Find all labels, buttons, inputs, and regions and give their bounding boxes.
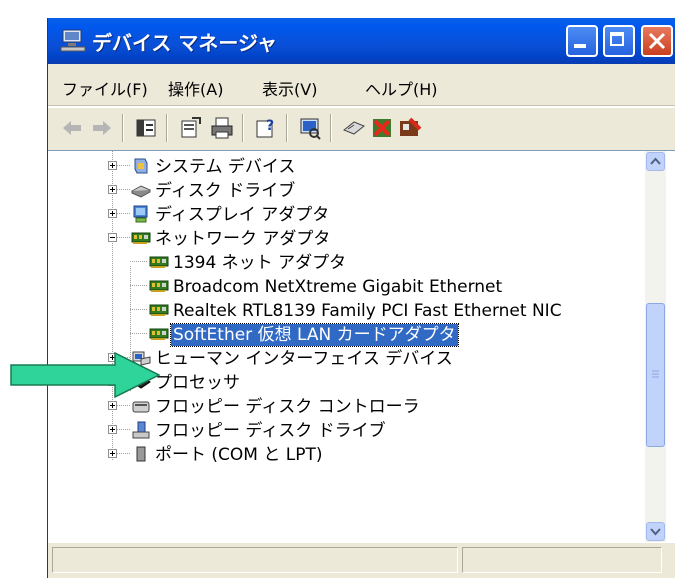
menu-action[interactable]: 操作(A) — [168, 76, 223, 100]
expand-plus-icon[interactable] — [108, 209, 117, 218]
scroll-down-button[interactable] — [646, 522, 665, 541]
scroll-up-icon — [650, 157, 661, 165]
tree-item-label: システム デバイス — [155, 157, 296, 177]
tree-item-display-adapters[interactable]: ディスプレイ アダプタ — [48, 203, 645, 227]
status-pane-main — [52, 547, 458, 573]
tree-item-label: 1394 ネット アダプタ — [173, 253, 347, 273]
vertical-scrollbar[interactable] — [645, 151, 666, 542]
network-card-icon — [149, 280, 169, 292]
toolbar-separator — [286, 114, 288, 142]
title-bar[interactable]: デバイス マネージャ — [48, 18, 675, 64]
toolbar-separator — [122, 114, 124, 142]
display-adapter-icon — [133, 205, 148, 223]
tree-connector — [117, 165, 131, 166]
tree-connector — [130, 333, 148, 334]
status-bar — [48, 542, 675, 578]
expand-plus-icon[interactable] — [108, 185, 117, 194]
system-device-icon — [134, 158, 148, 174]
disk-drive-icon — [131, 185, 151, 198]
maximize-button[interactable] — [603, 25, 635, 57]
update-driver-icon[interactable] — [342, 116, 366, 140]
tree-item-label: プロセッサ — [155, 373, 240, 393]
tree-item-network-adapters[interactable]: ネットワーク アダプタ — [48, 227, 645, 251]
tree-item-floppy-drives[interactable]: フロッピー ディスク ドライブ — [48, 419, 645, 443]
collapse-minus-icon[interactable] — [108, 233, 117, 242]
back-arrow-icon[interactable] — [60, 116, 84, 140]
floppy-drive-icon — [132, 421, 150, 439]
tree-item-label: Broadcom NetXtreme Gigabit Ethernet — [173, 277, 503, 297]
tree-connector — [117, 453, 131, 454]
expand-plus-icon[interactable] — [108, 161, 117, 170]
menu-view[interactable]: 表示(V) — [262, 76, 317, 100]
window-title: デバイス マネージャ — [92, 31, 277, 55]
console-tree-icon[interactable] — [134, 116, 158, 140]
tree-item-label: Realtek RTL8139 Family PCI Fast Ethernet… — [173, 301, 562, 321]
menu-bar: ファイル(F) 操作(A) 表示(V) ヘルプ(H) — [48, 67, 675, 105]
menu-file[interactable]: ファイル(F) — [62, 76, 148, 100]
status-pane-secondary — [462, 547, 662, 573]
minimize-button[interactable] — [566, 25, 598, 57]
tree-item-label: フロッピー ディスク コントローラ — [155, 397, 420, 417]
scroll-up-button[interactable] — [646, 152, 665, 171]
device-tree[interactable]: システム デバイス ディスク ドライブ ディスプレイ アダプタ ネットワーク ア… — [48, 151, 645, 542]
tree-item-broadcom-netxtreme[interactable]: Broadcom NetXtreme Gigabit Ethernet — [48, 275, 645, 299]
tree-item-realtek-rtl8139[interactable]: Realtek RTL8139 Family PCI Fast Ethernet… — [48, 299, 645, 323]
toolbar-separator — [330, 114, 332, 142]
toolbar: ? — [48, 108, 675, 148]
tree-item-disk-drives[interactable]: ディスク ドライブ — [48, 179, 645, 203]
annotation-arrow-icon — [10, 352, 160, 398]
device-manager-window: デバイス マネージャ ファイル(F) 操作(A) 表示(V) ヘルプ(H) ? — [47, 18, 675, 578]
device-tree-pane: システム デバイス ディスク ドライブ ディスプレイ アダプタ ネットワーク ア… — [48, 150, 675, 542]
properties-icon[interactable] — [178, 116, 202, 140]
close-button[interactable] — [641, 25, 673, 57]
disable-device-icon[interactable] — [370, 116, 394, 140]
tree-connector — [117, 189, 131, 190]
tree-connector — [117, 237, 131, 238]
tree-item-label: ポート (COM と LPT) — [155, 445, 323, 465]
scroll-down-icon — [650, 528, 661, 536]
tree-connector — [117, 429, 131, 430]
tree-item-label: ヒューマン インターフェイス デバイス — [155, 349, 453, 369]
tree-connector — [117, 405, 131, 406]
tree-item-label: ディスク ドライブ — [155, 181, 296, 201]
menu-help[interactable]: ヘルプ(H) — [365, 76, 438, 100]
toolbar-separator — [242, 114, 244, 142]
network-card-icon — [149, 256, 169, 268]
tree-item-label: ディスプレイ アダプタ — [155, 205, 330, 225]
tree-item-label: フロッピー ディスク ドライブ — [155, 421, 386, 441]
tree-item-floppy-controllers[interactable]: フロッピー ディスク コントローラ — [48, 395, 645, 419]
scan-hardware-icon[interactable] — [298, 116, 322, 140]
network-card-icon — [149, 328, 169, 340]
svg-text:?: ? — [266, 118, 274, 134]
port-icon — [136, 446, 146, 462]
floppy-controller-icon — [132, 401, 150, 413]
scroll-thumb[interactable] — [646, 303, 665, 447]
device-manager-icon — [60, 29, 86, 52]
tree-item-label: ネットワーク アダプタ — [155, 229, 331, 249]
expand-plus-icon[interactable] — [108, 449, 117, 458]
tree-item-softether-vlan[interactable]: SoftEther 仮想 LAN カードアダプタ — [48, 323, 645, 347]
tree-connector — [130, 261, 148, 262]
tree-item-label-selected: SoftEther 仮想 LAN カードアダプタ — [170, 323, 459, 347]
network-adapter-icon — [131, 232, 151, 244]
uninstall-device-icon[interactable] — [398, 116, 422, 140]
maximize-icon — [610, 32, 624, 46]
tree-connector — [130, 309, 148, 310]
help-icon[interactable]: ? — [254, 116, 278, 140]
minimize-icon — [574, 44, 586, 48]
expand-plus-icon[interactable] — [108, 401, 117, 410]
grip-icon — [652, 370, 659, 378]
network-card-icon — [149, 304, 169, 316]
tree-item-system-devices[interactable]: システム デバイス — [48, 155, 645, 179]
close-icon — [648, 32, 666, 50]
tree-connector — [117, 213, 131, 214]
toolbar-separator — [166, 114, 168, 142]
forward-arrow-icon[interactable] — [90, 116, 114, 140]
tree-item-ports[interactable]: ポート (COM と LPT) — [48, 443, 645, 467]
tree-connector — [130, 285, 148, 286]
expand-plus-icon[interactable] — [108, 425, 117, 434]
print-icon[interactable] — [210, 116, 234, 140]
tree-item-1394-net-adapter[interactable]: 1394 ネット アダプタ — [48, 251, 645, 275]
